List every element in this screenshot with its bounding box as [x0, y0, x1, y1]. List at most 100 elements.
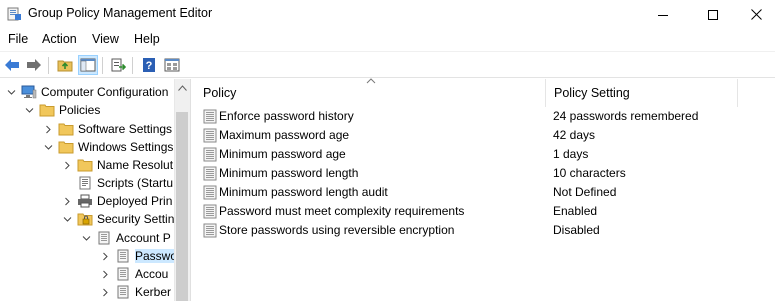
policy-setting-icon [203, 128, 217, 143]
policy-setting-icon [203, 185, 217, 200]
pane-splitter[interactable] [190, 79, 194, 301]
back-button[interactable] [2, 55, 22, 75]
policy-row[interactable]: Password must meet complexity requiremen… [195, 202, 775, 221]
svg-text:?: ? [146, 60, 153, 72]
security-lock-icon [77, 212, 93, 226]
close-button[interactable] [733, 0, 775, 29]
computer-icon [21, 85, 37, 99]
policy-name: Maximum password age [219, 128, 350, 142]
policy-row[interactable]: Maximum password age 42 days [195, 126, 775, 145]
chevron-right-icon[interactable] [61, 159, 73, 171]
export-list-button[interactable] [108, 55, 128, 75]
policy-setting-icon [203, 147, 217, 162]
policy-setting-value: 1 days [553, 147, 589, 161]
chevron-right-icon[interactable] [99, 250, 111, 262]
close-icon [750, 9, 762, 20]
show-hide-console-tree-button[interactable] [78, 55, 98, 75]
minimize-button[interactable] [640, 0, 686, 29]
column-header-policy[interactable]: Policy [195, 78, 546, 107]
menu-file[interactable]: File [8, 32, 28, 46]
properties-button[interactable] [162, 55, 182, 75]
policy-name: Enforce password history [219, 109, 354, 123]
forward-icon [27, 59, 41, 71]
policy-setting-icon [203, 223, 217, 238]
chevron-right-icon[interactable] [99, 286, 111, 298]
forward-button[interactable] [24, 55, 44, 75]
menu-bar: File Action View Help [0, 29, 775, 51]
policy-setting-value: Not Defined [553, 185, 617, 199]
tree-item-kerberos-policy[interactable]: Kerber [99, 283, 171, 301]
policy-row[interactable]: Minimum password length audit Not Define… [195, 183, 775, 202]
maximize-button[interactable] [690, 0, 736, 29]
minimize-icon [658, 14, 668, 16]
column-header-policy-setting[interactable]: Policy Setting [546, 79, 738, 107]
tree-item-security-settings[interactable]: Security Settin [61, 210, 174, 228]
policy-row[interactable]: Minimum password age 1 days [195, 145, 775, 164]
window-title: Group Policy Management Editor [28, 6, 213, 20]
policy-setting-value: Enabled [553, 204, 598, 218]
chevron-down-icon[interactable] [5, 86, 17, 98]
policy-row[interactable]: Store passwords using reversible encrypt… [195, 221, 775, 240]
tree-item-computer-configuration[interactable]: Computer Configuration [5, 83, 168, 101]
up-one-level-button[interactable] [55, 55, 75, 75]
policy-name: Store passwords using reversible encrypt… [219, 223, 455, 237]
toolbar-separator [102, 57, 103, 74]
console-tree[interactable]: Computer Configuration Policies Software… [0, 79, 190, 301]
policy-book-icon [115, 285, 131, 299]
tree-item-account-lockout-policy[interactable]: Accou [99, 265, 168, 283]
tree-item-scripts[interactable]: Scripts (Startu [61, 174, 173, 192]
policy-list: Policy Policy Setting Enforce password h… [195, 78, 775, 301]
sort-ascending-icon [366, 78, 376, 84]
toolbar-separator [48, 57, 49, 74]
policy-row[interactable]: Minimum password length 10 characters [195, 164, 775, 183]
tree-item-name-resolution[interactable]: Name Resolut [61, 156, 173, 174]
scroll-up-button[interactable] [176, 82, 188, 94]
back-icon [5, 59, 19, 71]
up-folder-icon [57, 60, 73, 72]
maximize-icon [708, 9, 718, 20]
properties-icon [164, 58, 180, 72]
chevron-down-icon[interactable] [42, 141, 54, 153]
menu-view[interactable]: View [92, 32, 119, 46]
chevron-down-icon[interactable] [23, 104, 35, 116]
folder-icon [39, 103, 55, 117]
policy-row[interactable]: Enforce password history 24 passwords re… [195, 107, 775, 126]
tree-item-password-policy[interactable]: Passwo [99, 247, 178, 265]
menu-action[interactable]: Action [42, 32, 77, 46]
tree-item-deployed-printers[interactable]: Deployed Prin [61, 192, 172, 210]
tree-item-policies[interactable]: Policies [23, 101, 100, 119]
show-hide-tree-icon [80, 58, 96, 72]
chevron-down-icon[interactable] [80, 232, 92, 244]
policy-name: Password must meet complexity requiremen… [219, 204, 465, 218]
title-bar: Group Policy Management Editor [0, 0, 775, 29]
chevron-right-icon[interactable] [61, 195, 73, 207]
chevron-right-icon[interactable] [42, 123, 54, 135]
menu-help[interactable]: Help [134, 32, 160, 46]
policy-setting-value: Disabled [553, 223, 600, 237]
toolbar: ? [0, 51, 775, 78]
tree-item-account-policies[interactable]: Account P [80, 229, 171, 247]
chevron-down-icon[interactable] [61, 213, 73, 225]
printer-icon [77, 194, 93, 208]
tree-item-windows-settings[interactable]: Windows Settings [42, 138, 173, 156]
policy-setting-icon [203, 109, 217, 124]
policy-setting-value: 24 passwords remembered [553, 109, 699, 123]
export-list-icon [111, 58, 126, 72]
script-icon [77, 176, 93, 190]
tree-item-software-settings[interactable]: Software Settings [42, 120, 172, 138]
scrollbar-thumb[interactable] [176, 112, 188, 301]
policy-setting-icon [203, 204, 217, 219]
policy-book-icon [115, 267, 131, 281]
folder-icon [58, 140, 74, 154]
policy-book-icon [96, 231, 112, 245]
policy-name: Minimum password age [219, 147, 346, 161]
help-button[interactable]: ? [139, 55, 159, 75]
scroll-up-arrow-icon [177, 85, 187, 91]
toolbar-separator [132, 57, 133, 74]
help-icon: ? [143, 58, 155, 72]
chevron-right-icon[interactable] [99, 268, 111, 280]
folder-icon [58, 122, 74, 136]
folder-icon [77, 158, 93, 172]
policy-setting-value: 10 characters [553, 166, 626, 180]
